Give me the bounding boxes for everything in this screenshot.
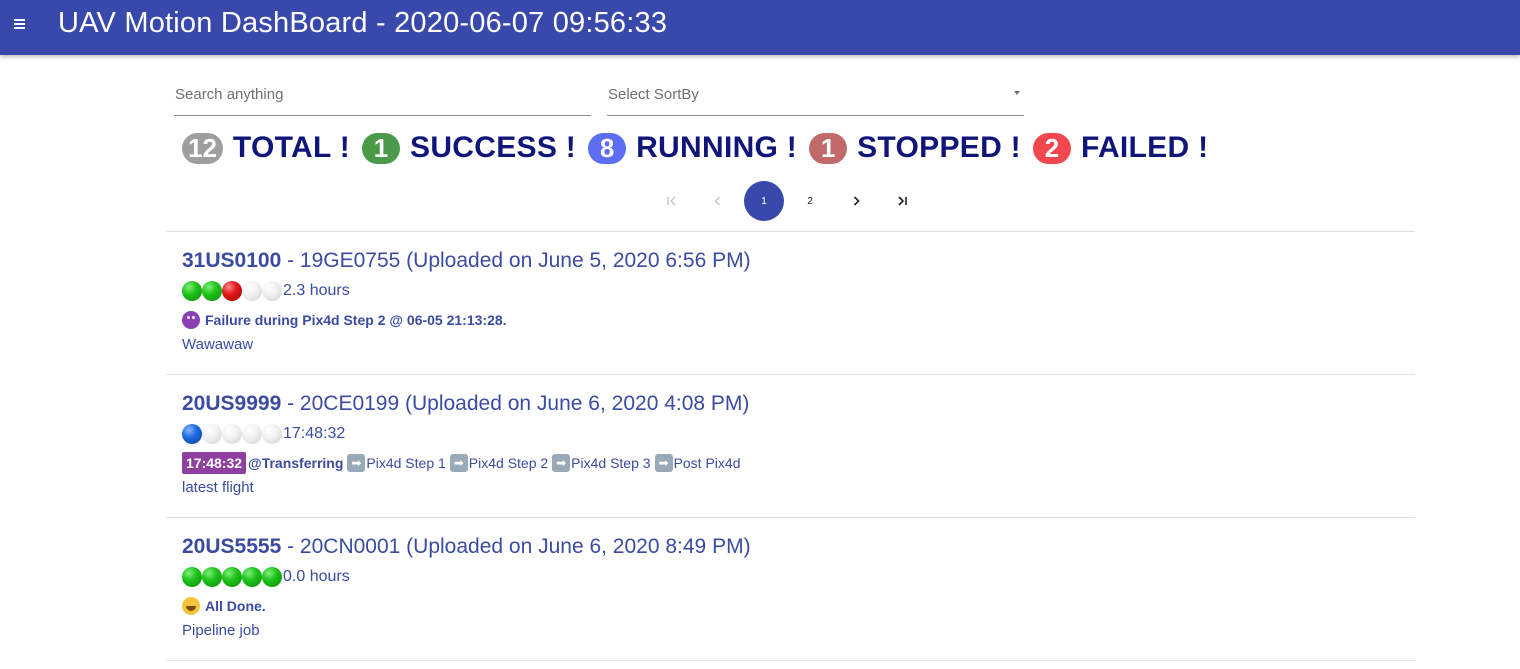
stage-dot-icon xyxy=(182,281,202,301)
dropdown-caret-icon xyxy=(1014,91,1020,95)
stage-dot-icon xyxy=(182,567,202,587)
step-label: Pix4d Step 3 xyxy=(571,455,651,471)
app-bar: UAV Motion DashBoard - 2020-06-07 09:56:… xyxy=(0,0,1520,55)
stage-progress: 17:48:32 xyxy=(182,424,345,444)
stage-progress: 2.3 hours xyxy=(182,281,350,301)
stage-dot-icon xyxy=(222,567,242,587)
pagination: 1 2 xyxy=(652,181,928,221)
stage-dot-icon xyxy=(242,424,262,444)
elapsed-time: 17:48:32 xyxy=(283,425,346,442)
title-separator: - xyxy=(281,392,300,415)
job-list: 31US0100 - 19GE0755 (Uploaded on June 5,… xyxy=(166,231,1415,661)
job-id[interactable]: 20US5555 xyxy=(182,535,281,558)
item-title: 20US5555 - 20CN0001 (Uploaded on June 6,… xyxy=(182,535,751,559)
stage-dot-icon xyxy=(222,424,242,444)
stage-dot-icon xyxy=(182,424,202,444)
stage-dot-icon xyxy=(242,567,262,587)
stage-dot-icon xyxy=(222,281,242,301)
stage-progress: 0.0 hours xyxy=(182,567,350,587)
running-count-badge: 8 xyxy=(588,132,627,164)
step-label: Pix4d Step 1 xyxy=(366,455,446,471)
title-separator: - xyxy=(281,535,300,558)
previous-page-icon[interactable] xyxy=(698,181,738,221)
stopped-label: STOPPED ! xyxy=(857,131,1021,164)
search-input[interactable]: Search anything xyxy=(174,80,591,116)
sortby-select[interactable]: Select SortBy xyxy=(607,80,1024,116)
devil-emoji-icon xyxy=(182,311,200,329)
status-line: 17:48:32 @Transferring ➡ Pix4d Step 1 ➡ Pi… xyxy=(182,451,741,475)
duration: 2.3 hours xyxy=(283,282,350,299)
list-item[interactable]: 20US9999 - 20CE0199 (Uploaded on June 6,… xyxy=(166,374,1415,517)
sortby-placeholder: Select SortBy xyxy=(608,86,699,103)
job-subtitle: 20CE0199 (Uploaded on June 6, 2020 4:08 … xyxy=(299,392,750,415)
job-subtitle: 19GE0755 (Uploaded on June 5, 2020 6:56 … xyxy=(299,249,751,272)
page-title: UAV Motion DashBoard - 2020-06-07 09:56:… xyxy=(58,7,668,39)
stopped-count-badge: 1 xyxy=(809,132,848,164)
job-description: Pipeline job xyxy=(182,622,260,639)
list-item[interactable]: 20US5555 - 20CN0001 (Uploaded on June 6,… xyxy=(166,517,1415,661)
item-title: 31US0100 - 19GE0755 (Uploaded on June 5,… xyxy=(182,249,751,273)
page-button-2[interactable]: 2 xyxy=(790,181,830,221)
right-arrow-icon: ➡ xyxy=(347,454,366,472)
stage-dot-icon xyxy=(262,567,282,587)
job-subtitle: 20CN0001 (Uploaded on June 6, 2020 8:49 … xyxy=(299,535,751,558)
step-label: Post Pix4d xyxy=(673,455,741,471)
step-label: Pix4d Step 2 xyxy=(468,455,549,471)
menu-icon[interactable] xyxy=(14,16,30,32)
page-button-1[interactable]: 1 xyxy=(744,181,784,221)
elapsed-time-chip: 17:48:32 xyxy=(182,452,247,474)
first-page-icon[interactable] xyxy=(652,181,692,221)
stage-dot-icon xyxy=(202,567,222,587)
right-arrow-icon: ➡ xyxy=(449,454,468,472)
right-arrow-icon: ➡ xyxy=(654,454,673,472)
item-title: 20US9999 - 20CE0199 (Uploaded on June 6,… xyxy=(182,392,749,416)
search-placeholder: Search anything xyxy=(175,86,284,103)
last-page-icon[interactable] xyxy=(882,181,922,221)
running-label: RUNNING ! xyxy=(636,131,798,164)
status-line: All Done. xyxy=(182,594,266,618)
status-line: Failure during Pix4d Step 2 @ 06-05 21:1… xyxy=(182,308,507,332)
job-description: Wawawaw xyxy=(182,336,254,353)
stage-dot-icon xyxy=(202,424,222,444)
status-text: All Done. xyxy=(205,598,266,614)
job-id[interactable]: 31US0100 xyxy=(182,249,281,272)
failed-label: FAILED ! xyxy=(1080,131,1209,164)
failed-count-badge: 2 xyxy=(1032,132,1071,164)
next-page-icon[interactable] xyxy=(836,181,876,221)
job-description: latest flight xyxy=(182,479,254,496)
list-item[interactable]: 31US0100 - 19GE0755 (Uploaded on June 5,… xyxy=(166,231,1415,374)
right-arrow-icon: ➡ xyxy=(552,454,571,472)
grin-emoji-icon xyxy=(182,597,200,615)
stage-dot-icon xyxy=(262,281,282,301)
success-count-badge: 1 xyxy=(362,132,401,164)
status-text: Failure during Pix4d Step 2 @ 06-05 21:1… xyxy=(205,312,507,328)
job-id[interactable]: 20US9999 xyxy=(182,392,281,415)
current-step: @Transferring xyxy=(248,455,344,471)
total-count-badge: 12 xyxy=(182,132,223,164)
success-label: SUCCESS ! xyxy=(410,131,577,164)
status-summary: 12 TOTAL ! 1 SUCCESS ! 8 RUNNING ! 1 STO… xyxy=(182,128,1220,168)
stage-dot-icon xyxy=(242,281,262,301)
stage-dot-icon xyxy=(202,281,222,301)
total-label: TOTAL ! xyxy=(232,131,351,164)
title-separator: - xyxy=(281,249,300,272)
duration: 0.0 hours xyxy=(283,568,350,585)
stage-dot-icon xyxy=(262,424,282,444)
